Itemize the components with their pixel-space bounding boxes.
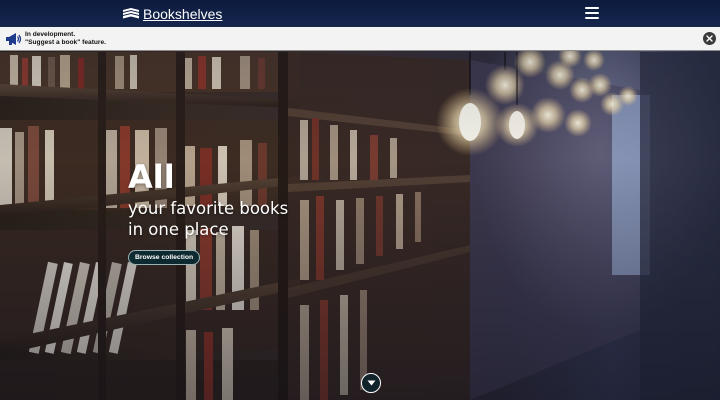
hero-background — [0, 0, 720, 400]
announcement-line-2: "Suggest a book" feature. — [25, 38, 106, 46]
chevron-down-icon — [367, 380, 375, 386]
announcement-text: In development. "Suggest a book" feature… — [25, 31, 106, 46]
browse-collection-button[interactable]: Browse collection — [128, 250, 201, 265]
close-icon — [706, 35, 713, 42]
hero-overlay — [0, 0, 720, 400]
close-banner-button[interactable] — [703, 32, 716, 45]
megaphone-icon — [6, 33, 22, 45]
brand-link[interactable]: Bookshelves — [122, 4, 222, 24]
hero-tagline: your favorite books in one place — [128, 198, 348, 240]
hamburger-icon[interactable] — [585, 7, 599, 19]
books-icon — [123, 8, 139, 19]
brand-name: Bookshelves — [143, 6, 223, 22]
top-navbar: Bookshelves — [0, 0, 720, 27]
hero-tagline-line-2: in one place — [128, 220, 229, 239]
announcement-banner: In development. "Suggest a book" feature… — [0, 27, 720, 51]
scroll-down-button[interactable] — [361, 373, 381, 393]
hero-headline: All — [128, 158, 175, 196]
hero-tagline-line-1: your favorite books — [128, 199, 289, 218]
announcement-line-1: In development. — [25, 31, 76, 38]
